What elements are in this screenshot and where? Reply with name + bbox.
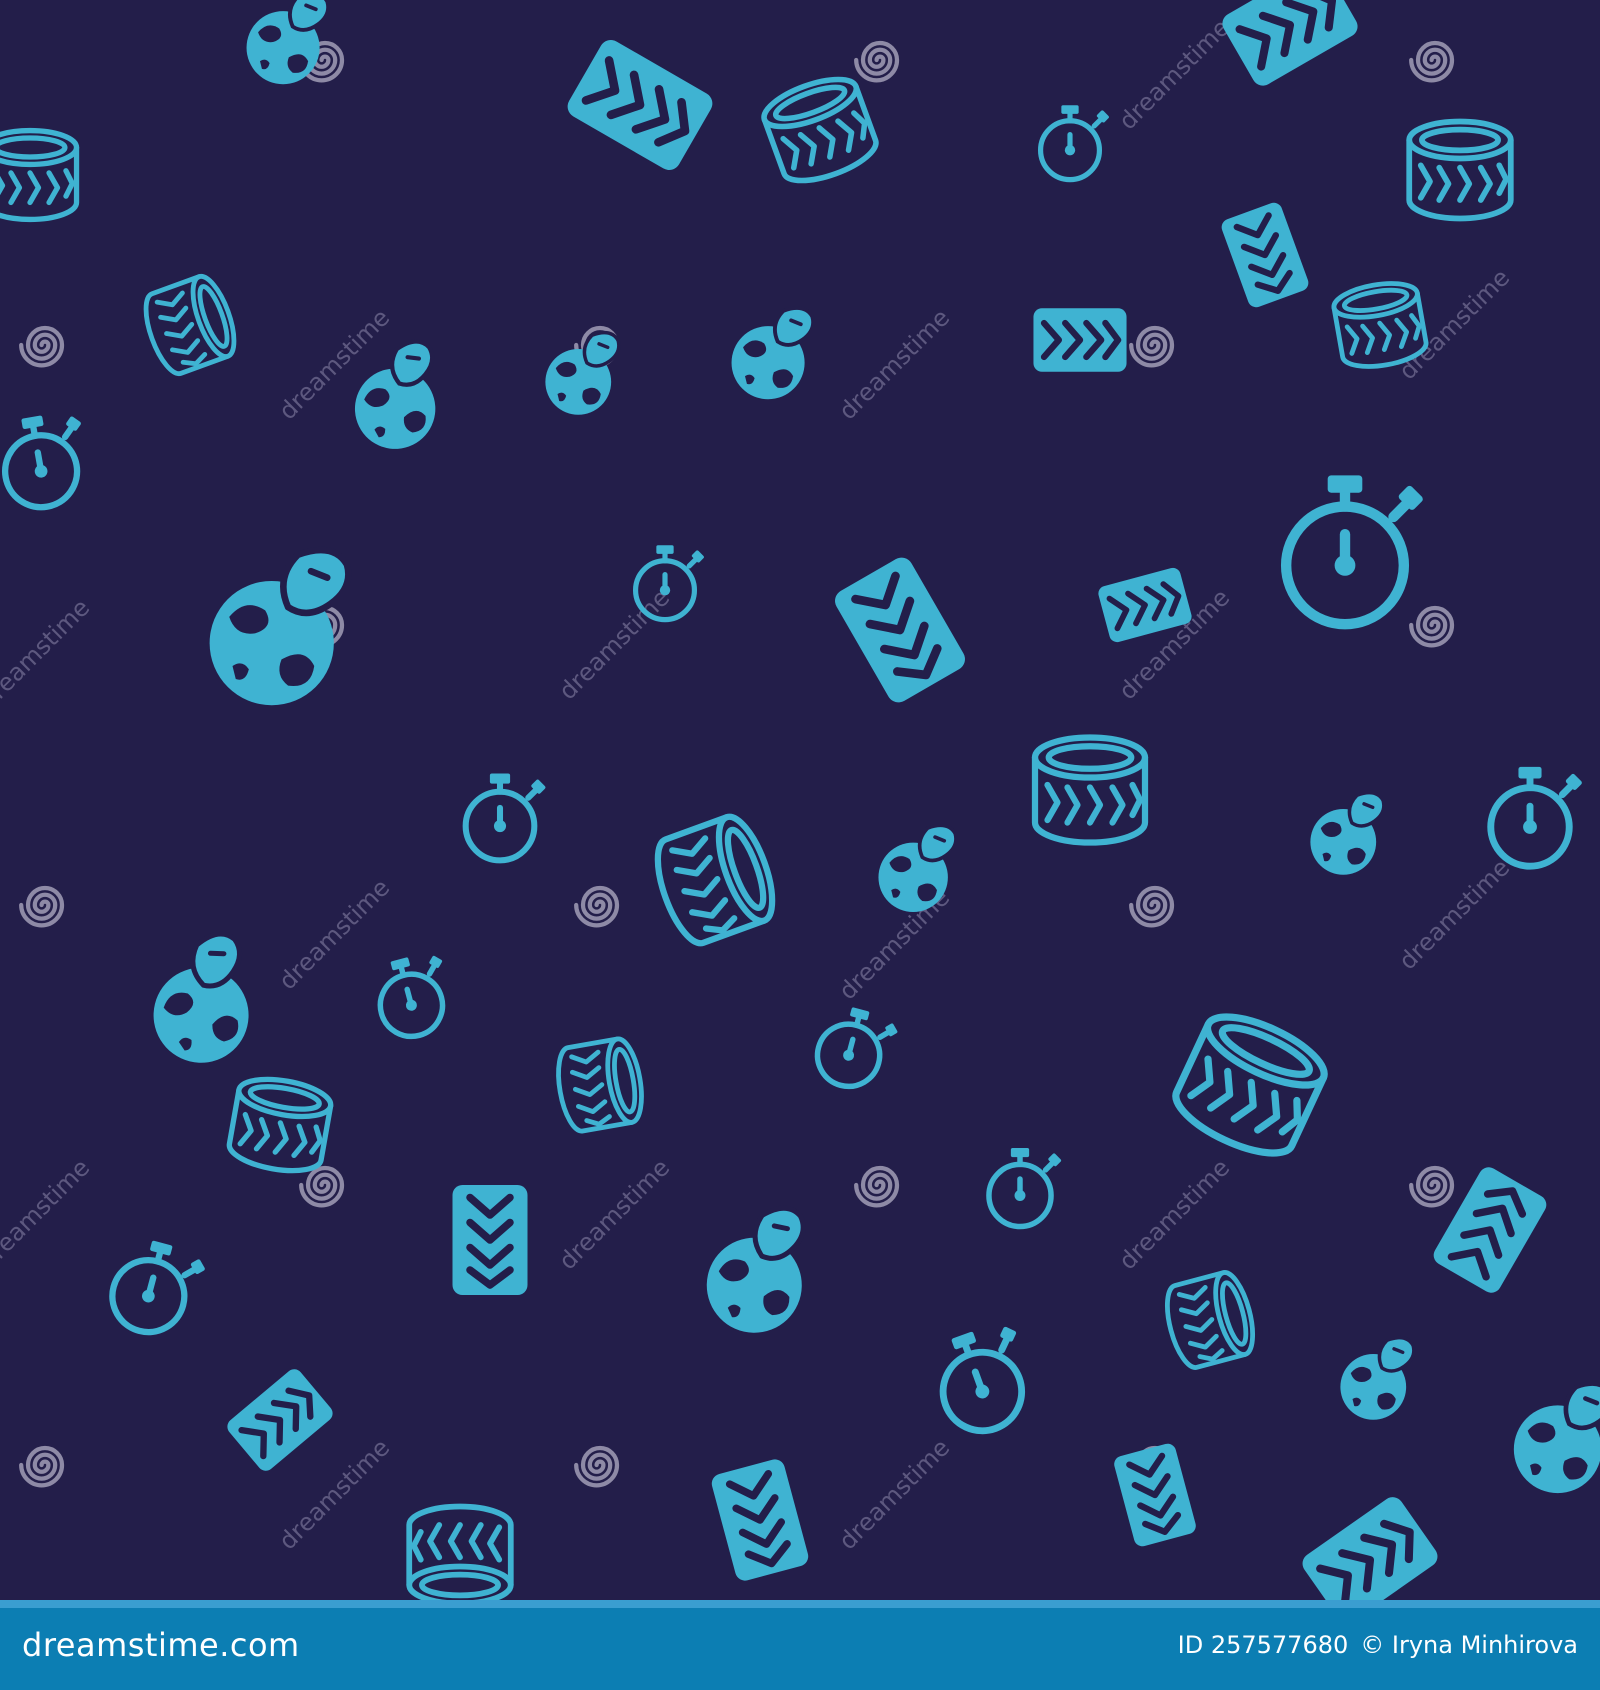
stock-footer-bar: dreamstime.com ID 257577680 © Iryna Minh… <box>0 1600 1600 1690</box>
tire-tread-icon <box>1430 1164 1550 1297</box>
dreamstime-swirl-icon <box>856 43 897 80</box>
globe-with-flag-icon <box>1338 1335 1416 1422</box>
footer-logo[interactable]: dreamstime.com <box>22 1626 300 1664</box>
watermark-text: dreamstime <box>1393 263 1515 385</box>
watermark-text: dreamstime <box>0 593 95 715</box>
tire-icon <box>1160 1269 1260 1372</box>
dreamstime-swirl-icon <box>21 1448 62 1485</box>
stopwatch-icon <box>925 1317 1045 1442</box>
pattern-image: dreamstime dreamstime dreamstime dreamstime… <box>0 0 1600 1690</box>
tire-tread-icon <box>224 1366 336 1474</box>
dreamstime-swirl-icon <box>1131 328 1172 365</box>
tire-tread-icon <box>453 1185 528 1295</box>
watermark-text: dreamstime <box>0 1153 95 1275</box>
tire-tread-icon <box>1219 0 1362 90</box>
watermark-text: dreamstime <box>833 1433 955 1555</box>
tire-tread-icon <box>1298 1493 1441 1600</box>
dreamstime-swirl-icon <box>1411 608 1452 645</box>
tire-icon <box>1331 278 1428 372</box>
image-id: ID 257577680 <box>1177 1631 1349 1659</box>
tire-icon <box>1167 1003 1333 1166</box>
globe-with-flag-icon <box>695 1205 820 1340</box>
tire-icon <box>647 810 783 949</box>
dreamstime-swirl-icon <box>1411 43 1452 80</box>
globe-with-flag-icon <box>1514 1384 1600 1494</box>
tire-icon <box>0 131 77 220</box>
watermark-text: dreamstime <box>833 303 955 425</box>
stopwatch-icon <box>811 1001 902 1096</box>
watermark-text: dreamstime <box>553 583 675 705</box>
stopwatch-icon <box>466 774 547 861</box>
globe-with-flag-icon <box>729 306 816 402</box>
globe-with-flag-icon <box>132 928 272 1076</box>
image-credit: © Iryna Minhirova <box>1360 1631 1578 1659</box>
dreamstime-swirl-icon <box>1411 1168 1452 1205</box>
dreamstime-swirl-icon <box>21 888 62 925</box>
stopwatch-icon <box>0 409 95 513</box>
stopwatch-icon <box>104 1234 209 1344</box>
seamless-pattern: dreamstime dreamstime dreamstime dreamstime… <box>0 0 1600 1600</box>
dreamstime-swirl-icon <box>576 888 617 925</box>
watermark-text: dreamstime <box>1113 1153 1235 1275</box>
tire-icon <box>409 1507 511 1600</box>
tire-icon <box>1035 738 1145 843</box>
dreamstime-swirl-icon <box>301 1168 342 1205</box>
footer-accent-line <box>0 1600 1600 1608</box>
watermark-text: dreamstime <box>273 873 395 995</box>
dreamstime-swirl-icon <box>576 1448 617 1485</box>
watermark-text: dreamstime <box>553 1153 675 1275</box>
watermark-text: dreamstime <box>273 1433 395 1555</box>
dreamstime-swirl-icon <box>856 1168 897 1205</box>
tire-icon <box>226 1073 333 1177</box>
globe-with-flag-icon <box>210 550 349 705</box>
dreamstime-swirl-icon <box>1131 888 1172 925</box>
tire-tread-icon <box>710 1457 811 1583</box>
footer-meta: ID 257577680 © Iryna Minhirova <box>1178 1631 1578 1659</box>
globe-with-flag-icon <box>1308 790 1386 877</box>
tire-tread-icon <box>563 36 716 174</box>
dreamstime-swirl-icon <box>21 328 62 365</box>
tire-tread-icon <box>1112 1442 1197 1548</box>
tire-icon <box>553 1036 647 1133</box>
watermark-text: dreamstime <box>1113 13 1235 135</box>
tire-tread-icon <box>831 553 969 706</box>
stopwatch-icon <box>1041 105 1110 179</box>
stopwatch-icon <box>989 1148 1062 1227</box>
tire-tread-icon <box>1219 200 1310 309</box>
stopwatch-icon <box>1286 475 1424 624</box>
tire-icon <box>758 70 881 191</box>
watermark-text: dreamstime <box>1393 853 1515 975</box>
stopwatch-icon <box>1491 767 1583 866</box>
tire-icon <box>138 271 243 378</box>
stopwatch-icon <box>369 949 460 1044</box>
tire-tread-icon <box>1033 308 1126 371</box>
tire-icon <box>1409 122 1511 219</box>
